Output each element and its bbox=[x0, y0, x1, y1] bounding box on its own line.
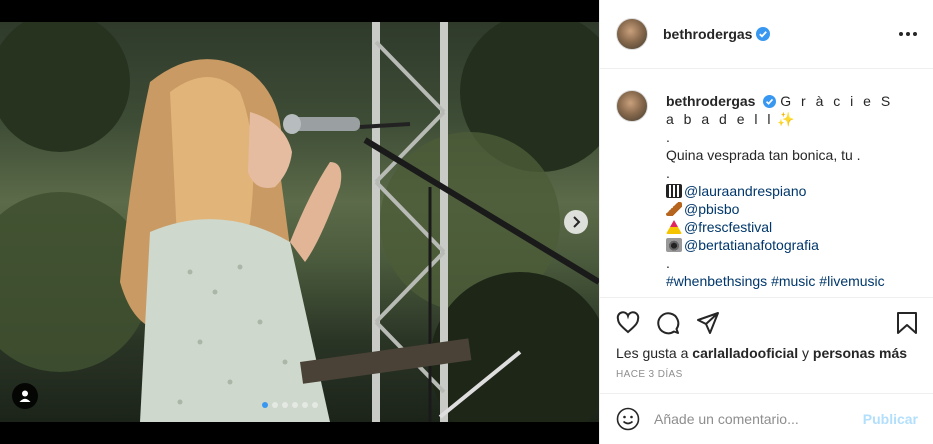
next-slide-button[interactable] bbox=[564, 210, 588, 234]
caption-text: bethrodergas G r à c i e S a b a d e l l… bbox=[666, 92, 906, 290]
liker-username[interactable]: carlalladooficial bbox=[692, 345, 798, 361]
mention-link[interactable]: @frescfestival bbox=[684, 219, 772, 235]
bookmark-icon[interactable] bbox=[896, 311, 918, 335]
likes-others-link[interactable]: personas más bbox=[813, 345, 907, 361]
post-timestamp[interactable]: HACE 3 DÍAS bbox=[616, 369, 683, 380]
likes-middle: y bbox=[798, 345, 813, 361]
tagged-users-button[interactable] bbox=[12, 383, 38, 409]
carousel-dot bbox=[312, 402, 318, 408]
camera-emoji bbox=[666, 238, 682, 252]
mention-link[interactable]: @lauraandrespiano bbox=[684, 183, 806, 199]
post-header: bethrodergas bbox=[600, 0, 933, 69]
avatar[interactable] bbox=[616, 18, 648, 50]
action-bar bbox=[600, 297, 933, 347]
header-username[interactable]: bethrodergas bbox=[663, 26, 752, 42]
carousel-dot bbox=[302, 402, 308, 408]
post-media bbox=[0, 0, 599, 444]
mention-link[interactable]: @pbisbo bbox=[684, 201, 739, 217]
avatar[interactable] bbox=[616, 90, 648, 122]
caption-line: Quina vesprada tan bonica, tu . bbox=[666, 147, 861, 163]
carousel-dot bbox=[262, 402, 268, 408]
guitar-emoji bbox=[666, 202, 682, 216]
hashtags[interactable]: #whenbethsings #music #livemusic bbox=[666, 273, 885, 289]
more-options-icon[interactable] bbox=[899, 32, 917, 36]
post-caption: bethrodergas G r à c i e S a b a d e l l… bbox=[616, 90, 916, 296]
publish-button[interactable]: Publicar bbox=[863, 411, 918, 427]
piano-emoji bbox=[666, 184, 682, 198]
heart-icon[interactable] bbox=[616, 311, 640, 335]
post-photo[interactable] bbox=[0, 22, 599, 422]
likes-summary: Les gusta a carlalladooficial y personas… bbox=[616, 345, 907, 361]
concert-photo-illustration bbox=[0, 22, 599, 422]
next-arrow-icon bbox=[573, 216, 581, 228]
post-sidebar: bethrodergas bethrodergas G r à c i e S … bbox=[599, 0, 933, 444]
comment-icon[interactable] bbox=[656, 311, 680, 335]
caption-dot: . bbox=[666, 129, 670, 145]
user-tag-icon bbox=[19, 390, 31, 402]
instagram-post-modal: bethrodergas bethrodergas G r à c i e S … bbox=[0, 0, 933, 444]
caption-username[interactable]: bethrodergas bbox=[666, 93, 755, 109]
circus-tent-emoji bbox=[666, 220, 682, 234]
sparkle-emoji: ✨ bbox=[777, 111, 795, 127]
carousel-dot bbox=[272, 402, 278, 408]
carousel-indicator bbox=[262, 402, 318, 408]
caption-dot: . bbox=[666, 165, 670, 181]
likes-prefix: Les gusta a bbox=[616, 345, 693, 361]
mention-link[interactable]: @bertatianafotografia bbox=[684, 237, 819, 253]
comment-bar: Publicar bbox=[600, 393, 933, 444]
comment-input[interactable] bbox=[654, 411, 863, 427]
carousel-dot bbox=[292, 402, 298, 408]
share-icon[interactable] bbox=[696, 311, 720, 335]
emoji-icon[interactable] bbox=[616, 407, 640, 431]
verified-icon bbox=[763, 95, 777, 108]
caption-dot: . bbox=[666, 255, 670, 271]
carousel-dot bbox=[282, 402, 288, 408]
verified-icon bbox=[756, 27, 771, 41]
